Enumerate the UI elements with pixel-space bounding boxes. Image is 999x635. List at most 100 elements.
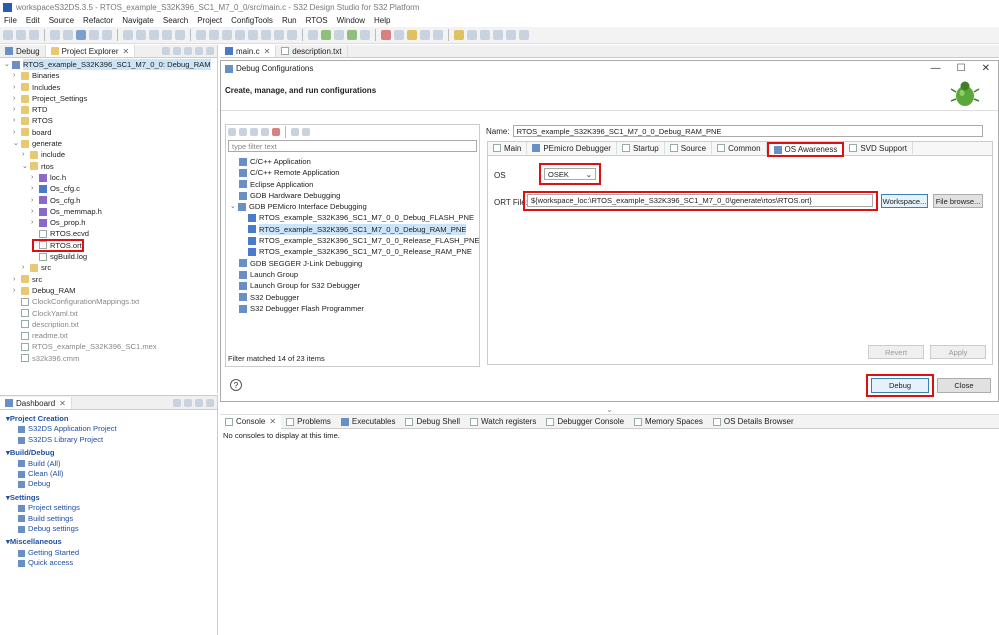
tree-item[interactable]: › loc.h: [4, 172, 217, 183]
tree-item[interactable]: › Os_prop.h: [4, 217, 217, 228]
menu-search[interactable]: Search: [163, 16, 188, 25]
open-type-icon[interactable]: [407, 30, 417, 40]
tree-item[interactable]: ClockConfigurationMappings.txt: [4, 296, 217, 307]
chevron-down-icon[interactable]: ⌄: [230, 201, 238, 212]
menu-project[interactable]: Project: [197, 16, 222, 25]
tab-startup[interactable]: Startup: [617, 142, 665, 154]
menu-file[interactable]: File: [4, 16, 17, 25]
maximize-icon[interactable]: ☐: [957, 63, 966, 74]
build-icon[interactable]: [50, 30, 60, 40]
config-tree-item[interactable]: RTOS_example_S32K396_SC1_M7_0_0_Release_…: [230, 246, 479, 257]
tree-item[interactable]: › Binaries: [4, 70, 217, 81]
annotation-prev-icon[interactable]: [493, 30, 503, 40]
search-icon[interactable]: [136, 30, 146, 40]
step-over-icon[interactable]: [209, 30, 219, 40]
minimize-icon[interactable]: [195, 399, 203, 407]
menu-configtools[interactable]: ConfigTools: [231, 16, 273, 25]
tab-console[interactable]: Console ✕: [220, 414, 282, 429]
dashboard-link[interactable]: Build (All): [6, 459, 217, 469]
search-file-icon[interactable]: [433, 30, 443, 40]
tree-item[interactable]: description.txt: [4, 319, 217, 330]
chevron-right-icon[interactable]: ›: [22, 262, 30, 273]
tab-executables[interactable]: Executables: [336, 415, 401, 429]
tab-os-awareness[interactable]: OS Awareness: [766, 142, 845, 157]
menu-refactor[interactable]: Refactor: [83, 16, 113, 25]
dashboard-link[interactable]: Debug settings: [6, 524, 217, 534]
tab-main-c[interactable]: main.c ✕: [220, 45, 277, 57]
filter-icon[interactable]: [302, 127, 310, 136]
filter-input[interactable]: type filter text: [228, 140, 477, 152]
config-tree-item[interactable]: Launch Group: [230, 269, 479, 280]
file-browse-button[interactable]: File browse...: [933, 194, 983, 208]
menu-run[interactable]: Run: [282, 16, 297, 25]
tab-common[interactable]: Common: [712, 142, 767, 154]
dashboard-link[interactable]: Build settings: [6, 514, 217, 524]
dashboard-link[interactable]: Debug: [6, 479, 217, 489]
tree-item[interactable]: sgBuild.log: [4, 251, 217, 262]
chevron-down-icon[interactable]: ⌄: [22, 161, 30, 172]
config-tree-item[interactable]: S32 Debugger Flash Programmer: [230, 303, 479, 314]
close-icon[interactable]: ✕: [123, 47, 130, 56]
chevron-right-icon[interactable]: ›: [13, 104, 21, 115]
apply-button[interactable]: Apply: [930, 345, 986, 359]
chevron-right-icon[interactable]: ›: [31, 217, 39, 228]
tree-item[interactable]: ClockYaml.txt: [4, 308, 217, 319]
chevron-down-icon[interactable]: ⌄: [4, 59, 12, 70]
save-all-icon[interactable]: [29, 30, 39, 40]
dashboard-section-header[interactable]: ▾ Build/Debug: [6, 448, 217, 458]
run-icon[interactable]: [347, 30, 357, 40]
tree-item[interactable]: › include: [4, 149, 217, 160]
tree-item[interactable]: › src: [4, 262, 217, 273]
tab-project-explorer[interactable]: Project Explorer ✕: [45, 45, 136, 57]
tree-item[interactable]: › Includes: [4, 82, 217, 93]
menu-navigate[interactable]: Navigate: [122, 16, 154, 25]
revert-button[interactable]: Revert: [868, 345, 924, 359]
clock-icon[interactable]: [123, 30, 133, 40]
link-editor-icon[interactable]: [173, 47, 181, 55]
tab-memory-spaces[interactable]: Memory Spaces: [629, 415, 708, 429]
drop-frame-icon[interactable]: [287, 30, 297, 40]
collapse-all-icon[interactable]: [291, 127, 299, 136]
profile-icon[interactable]: [334, 30, 344, 40]
forward-icon[interactable]: [519, 30, 529, 40]
menu-help[interactable]: Help: [374, 16, 390, 25]
dashboard-settings-icon[interactable]: [173, 399, 181, 407]
annotation-next-icon[interactable]: [480, 30, 490, 40]
dashboard-link[interactable]: Clean (All): [6, 469, 217, 479]
tab-debug-shell[interactable]: Debug Shell: [400, 415, 465, 429]
disconnect-icon[interactable]: [261, 30, 271, 40]
menu-window[interactable]: Window: [337, 16, 365, 25]
instruction-step-icon[interactable]: [274, 30, 284, 40]
chevron-down-icon[interactable]: ⌄: [13, 138, 21, 149]
config-tree-item[interactable]: Eclipse Application: [230, 179, 479, 190]
refresh-icon[interactable]: [149, 30, 159, 40]
dashboard-link[interactable]: Quick access: [6, 558, 217, 568]
dashboard-section-header[interactable]: ▾ Miscellaneous: [6, 537, 217, 547]
new-config-icon[interactable]: [228, 127, 236, 136]
delete-icon[interactable]: [272, 127, 280, 136]
name-field[interactable]: RTOS_example_S32K396_SC1_M7_0_0_Debug_RA…: [512, 125, 983, 137]
tree-item[interactable]: readme.txt: [4, 330, 217, 341]
new-class-icon[interactable]: [394, 30, 404, 40]
tab-source[interactable]: Source: [665, 142, 713, 154]
tree-item[interactable]: › board: [4, 127, 217, 138]
chevron-right-icon[interactable]: ›: [31, 195, 39, 206]
step-into-icon[interactable]: [196, 30, 206, 40]
config-tree-item[interactable]: C/C++ Application: [230, 156, 479, 167]
menu-source[interactable]: Source: [49, 16, 74, 25]
chevron-right-icon[interactable]: ›: [31, 183, 39, 194]
export-icon[interactable]: [250, 127, 258, 136]
save-icon[interactable]: [16, 30, 26, 40]
tree-item[interactable]: ⌄ RTOS_example_S32K396_SC1_M7_0_0: Debug_…: [4, 59, 217, 71]
config-tree-item[interactable]: GDB Hardware Debugging: [230, 190, 479, 201]
dashboard-link[interactable]: S32DS Application Project: [6, 424, 217, 434]
chevron-right-icon[interactable]: ›: [13, 70, 21, 81]
tab-description-txt[interactable]: description.txt: [276, 45, 348, 57]
menu-rtos[interactable]: RTOS: [306, 16, 328, 25]
tab-os-details-browser[interactable]: OS Details Browser: [708, 415, 799, 429]
pins-icon[interactable]: [102, 30, 112, 40]
peripherals-icon[interactable]: [89, 30, 99, 40]
terminate-icon[interactable]: [248, 30, 258, 40]
dashboard-section-header[interactable]: ▾ Settings: [6, 493, 217, 503]
tree-item[interactable]: ⌄ generate: [4, 138, 217, 149]
